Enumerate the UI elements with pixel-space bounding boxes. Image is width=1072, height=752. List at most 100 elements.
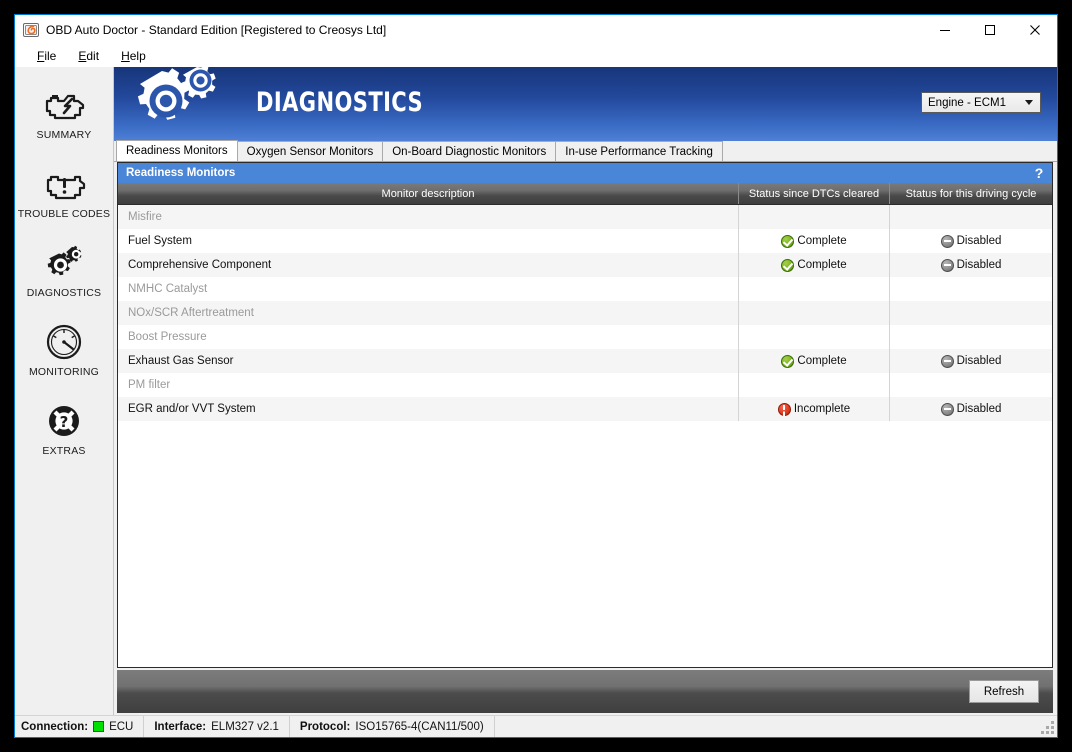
table-row[interactable]: NOx/SCR Aftertreatment	[118, 301, 1052, 325]
status-bar: Connection: ECU Interface: ELM327 v2.1 P…	[15, 715, 1057, 737]
column-header-monitor-description: Monitor description	[118, 183, 738, 204]
table-row[interactable]: Comprehensive Component Complete Disabled	[118, 253, 1052, 277]
status-text: Disabled	[957, 259, 1002, 271]
panel-header: Readiness Monitors ?	[118, 162, 1052, 183]
complete-status-icon	[781, 235, 794, 248]
close-button[interactable]	[1012, 15, 1057, 45]
minimize-icon	[939, 24, 951, 36]
sidebar: SUMMARY TROUBLE CODES	[15, 67, 114, 715]
table-row[interactable]: Exhaust Gas SensorCompleteDisabled	[118, 349, 1052, 373]
gauge-icon	[44, 322, 84, 362]
cell-monitor-description: Comprehensive Component	[118, 253, 738, 277]
cell-status-for-this-driving-cycle: Disabled	[889, 229, 1052, 253]
disabled-status-icon	[941, 355, 954, 368]
table-row[interactable]: NMHC Catalyst	[118, 277, 1052, 301]
status-text: Complete	[797, 235, 846, 247]
status-protocol-label: Protocol:	[300, 721, 350, 733]
menu-edit-label: dit	[86, 49, 99, 63]
cell-status-for-this-driving-cycle: Disabled	[889, 349, 1052, 373]
table-row[interactable]: Fuel System Complete Disabled	[118, 229, 1052, 253]
table-row[interactable]: Boost Pressure	[118, 325, 1052, 349]
sidebar-item-trouble-codes[interactable]: TROUBLE CODES	[15, 158, 113, 237]
cell-status-since-dtcs-cleared: Complete	[738, 349, 889, 373]
tab-on-board-diagnostic-monitors[interactable]: On-Board Diagnostic Monitors	[382, 141, 556, 161]
gears-icon	[41, 243, 87, 283]
sidebar-item-summary[interactable]: SUMMARY	[15, 79, 113, 158]
main-content: DIAGNOSTICS Engine - ECM1 Readiness Moni…	[114, 67, 1057, 715]
table-row[interactable]: Misfire	[118, 205, 1052, 229]
sidebar-item-monitoring-label: MONITORING	[29, 366, 99, 378]
menu-file[interactable]: File	[35, 48, 58, 64]
status-text: Complete	[797, 355, 846, 367]
cell-status-for-this-driving-cycle	[889, 301, 1052, 325]
sidebar-item-diagnostics[interactable]: DIAGNOSTICS	[15, 237, 113, 316]
disabled-status-icon	[941, 403, 954, 416]
status-text: Complete	[797, 259, 846, 271]
application-window: OBD Auto Doctor - Standard Edition [Regi…	[14, 14, 1058, 738]
sidebar-item-extras[interactable]: ? EXTRAS	[15, 395, 113, 474]
sidebar-item-summary-label: SUMMARY	[37, 129, 92, 141]
sidebar-item-diagnostics-label: DIAGNOSTICS	[27, 287, 102, 299]
status-connection: Connection: ECU	[15, 716, 144, 737]
cell-monitor-description: PM filter	[118, 373, 738, 397]
table-row[interactable]: PM filter	[118, 373, 1052, 397]
tab-readiness-monitors-label: Readiness Monitors	[126, 145, 228, 157]
tab-in-use-performance-tracking[interactable]: In-use Performance Tracking	[555, 141, 723, 161]
disabled-status-icon	[941, 259, 954, 272]
cell-status-since-dtcs-cleared	[738, 373, 889, 397]
table-body: MisfireFuel SystemCompleteDisabledCompre…	[118, 205, 1052, 667]
cell-status-since-dtcs-cleared: Incomplete	[738, 397, 889, 421]
menu-help[interactable]: Help	[119, 48, 148, 64]
tab-strip: Readiness Monitors Oxygen Sensor Monitor…	[114, 141, 1057, 162]
svg-text:?: ?	[60, 413, 69, 431]
tab-oxygen-sensor-monitors[interactable]: Oxygen Sensor Monitors	[237, 141, 384, 161]
cell-monitor-description: Fuel System	[118, 229, 738, 253]
tab-readiness-monitors[interactable]: Readiness Monitors	[116, 140, 238, 161]
chevron-down-icon	[1025, 100, 1033, 105]
column-header-status-for-this-driving-cycle: Status for this driving cycle	[889, 183, 1052, 204]
cell-monitor-description: Boost Pressure	[118, 325, 738, 349]
cell-status-for-this-driving-cycle: Disabled	[889, 253, 1052, 277]
status-text: Disabled	[957, 235, 1002, 247]
menu-edit[interactable]: Edit	[76, 48, 101, 64]
app-icon	[23, 22, 39, 38]
cell-status-for-this-driving-cycle	[889, 373, 1052, 397]
title-bar: OBD Auto Doctor - Standard Edition [Regi…	[15, 15, 1057, 45]
ecu-selector[interactable]: Engine - ECM1	[921, 92, 1041, 113]
tab-on-board-diagnostic-monitors-label: On-Board Diagnostic Monitors	[392, 146, 546, 158]
close-icon	[1029, 24, 1041, 36]
cell-status-for-this-driving-cycle	[889, 325, 1052, 349]
cell-status-for-this-driving-cycle	[889, 205, 1052, 229]
sidebar-item-monitoring[interactable]: MONITORING	[15, 316, 113, 395]
sidebar-item-trouble-codes-label: TROUBLE CODES	[18, 208, 110, 220]
menu-bar: File Edit Help	[15, 45, 1057, 67]
table-header-row: Monitor description Status since DTCs cl…	[118, 183, 1052, 205]
maximize-icon	[984, 24, 996, 36]
status-protocol-value: ISO15765-4(CAN11/500)	[355, 721, 483, 733]
cell-status-for-this-driving-cycle	[889, 277, 1052, 301]
status-connection-label: Connection:	[21, 721, 88, 733]
cell-monitor-description: EGR and/or VVT System	[118, 397, 738, 421]
maximize-button[interactable]	[967, 15, 1012, 45]
complete-status-icon	[781, 355, 794, 368]
page-banner: DIAGNOSTICS Engine - ECM1	[114, 67, 1057, 141]
gears-logo-icon	[128, 67, 238, 141]
sidebar-item-extras-label: EXTRAS	[42, 445, 85, 457]
panel-wrapper: Readiness Monitors ? Monitor description…	[114, 162, 1057, 668]
cell-monitor-description: NOx/SCR Aftertreatment	[118, 301, 738, 325]
table-row[interactable]: EGR and/or VVT SystemIncompleteDisabled	[118, 397, 1052, 421]
ecu-selector-value: Engine - ECM1	[928, 97, 1006, 109]
lifebuoy-question-icon: ?	[44, 401, 84, 441]
cell-status-since-dtcs-cleared: Complete	[738, 229, 889, 253]
incomplete-status-icon	[778, 403, 791, 416]
resize-grip-icon[interactable]	[1041, 721, 1054, 734]
minimize-button[interactable]	[922, 15, 967, 45]
body-container: SUMMARY TROUBLE CODES	[15, 67, 1057, 715]
cell-status-for-this-driving-cycle: Disabled	[889, 397, 1052, 421]
question-mark-icon[interactable]: ?	[1026, 163, 1052, 184]
cell-status-since-dtcs-cleared	[738, 205, 889, 229]
disabled-status-icon	[941, 235, 954, 248]
cell-status-since-dtcs-cleared	[738, 301, 889, 325]
refresh-button[interactable]: Refresh	[969, 680, 1039, 703]
check-engine-warning-icon	[41, 164, 87, 204]
